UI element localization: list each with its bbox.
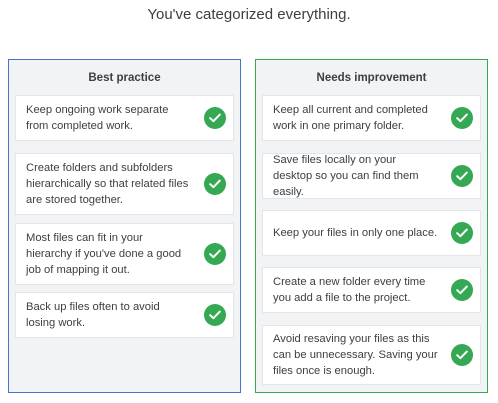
answer-card-text: Keep your files in only one place. xyxy=(273,227,438,239)
answer-card[interactable]: Save files locally on your desktop so yo… xyxy=(262,153,481,199)
answer-card-text: Back up files often to avoid losing work… xyxy=(26,301,160,329)
answer-card[interactable]: Avoid resaving your files as this can be… xyxy=(262,325,481,385)
answer-card-text: Avoid resaving your files as this can be… xyxy=(273,333,438,377)
check-circle-icon xyxy=(204,173,226,195)
check-circle-icon xyxy=(451,222,473,244)
needs-improvement-column: Needs improvement Keep all current and c… xyxy=(255,59,488,393)
answer-card-text: Save files locally on your desktop so yo… xyxy=(273,154,419,198)
answer-card[interactable]: Keep all current and completed work in o… xyxy=(262,95,481,141)
best-practice-column: Best practice Keep ongoing work separate… xyxy=(8,59,241,393)
check-circle-icon xyxy=(204,243,226,265)
answer-card[interactable]: Keep ongoing work separate from complete… xyxy=(15,95,234,141)
answer-card-text: Create a new folder every time you add a… xyxy=(273,276,426,304)
answer-card[interactable]: Back up files often to avoid losing work… xyxy=(15,292,234,338)
check-circle-icon xyxy=(451,279,473,301)
check-circle-icon xyxy=(451,107,473,129)
answer-card-text: Keep ongoing work separate from complete… xyxy=(26,104,169,132)
answer-card[interactable]: Most files can fit in your hierarchy if … xyxy=(15,223,234,285)
answer-card[interactable]: Create a new folder every time you add a… xyxy=(262,267,481,313)
check-circle-icon xyxy=(204,107,226,129)
check-circle-icon xyxy=(451,344,473,366)
check-circle-icon xyxy=(451,165,473,187)
answer-card-text: Keep all current and completed work in o… xyxy=(273,104,428,132)
answer-card[interactable]: Keep your files in only one place. xyxy=(262,210,481,256)
answer-card[interactable]: Create folders and subfolders hierarchic… xyxy=(15,153,234,215)
column-title-best-practice: Best practice xyxy=(88,72,161,84)
page-headline: You've categorized everything. xyxy=(147,6,351,23)
answer-card-text: Create folders and subfolders hierarchic… xyxy=(26,162,189,206)
check-circle-icon xyxy=(204,304,226,326)
column-title-needs-improvement: Needs improvement xyxy=(316,72,427,84)
answer-card-text: Most files can fit in your hierarchy if … xyxy=(26,232,182,276)
